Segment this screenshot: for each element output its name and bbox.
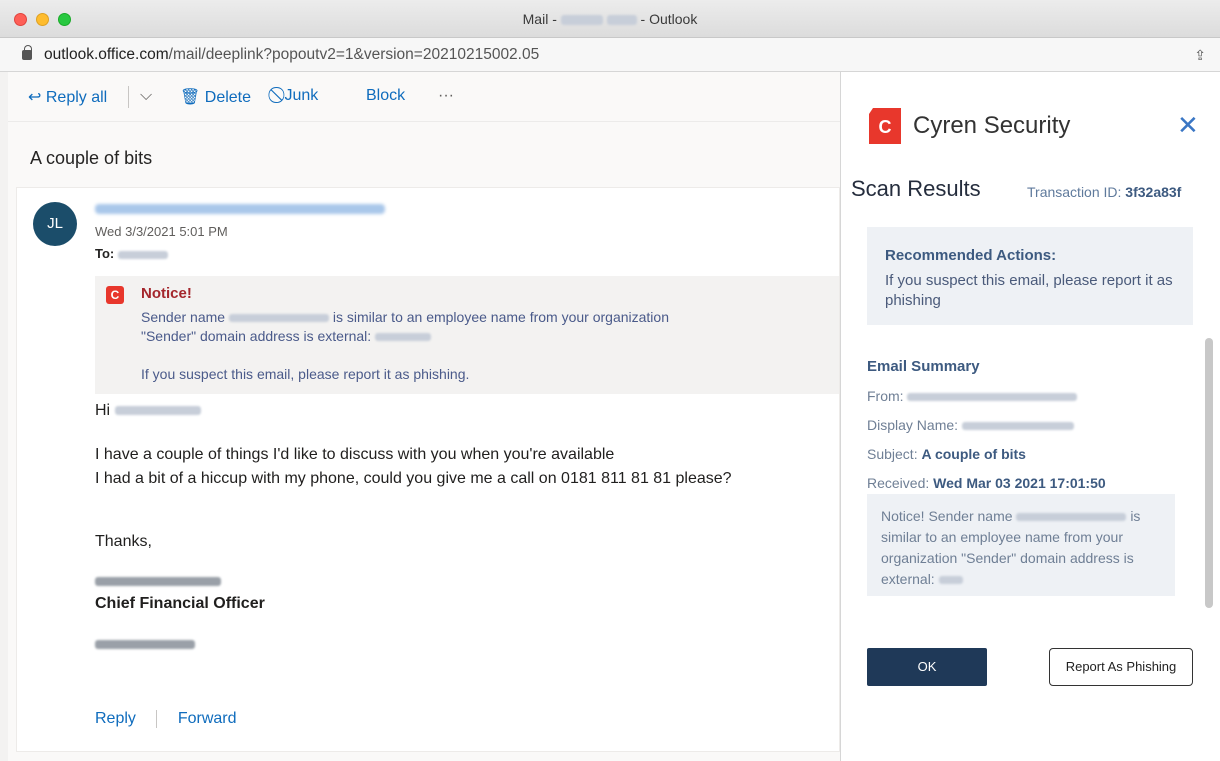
signoff: Thanks, (95, 533, 152, 550)
cyren-logo-icon: C (869, 108, 901, 144)
reply-links: Reply Forward (95, 710, 237, 728)
redacted-name (114, 406, 201, 416)
recommended-text: If you suspect this email, please report… (885, 272, 1173, 309)
redacted-company (95, 640, 195, 650)
message-date: Wed 3/3/2021 5:01 PM (95, 224, 228, 239)
url-bar[interactable]: outlook.office.com/mail/deeplink?popoutv… (0, 38, 1220, 72)
signature-title: Chief Financial Officer (95, 595, 265, 612)
scan-results-title: Scan Results (851, 176, 981, 201)
redacted-domain (375, 333, 432, 342)
notice-banner: C Notice! Sender name is similar to an e… (95, 276, 839, 394)
svg-text:C: C (879, 117, 892, 137)
forward-link[interactable]: Forward (178, 710, 237, 727)
reply-all-icon: ↩ (28, 89, 42, 106)
reply-all-button[interactable]: ↩ Reply all (28, 87, 107, 107)
message-toolbar: ↩ Reply all ⌵ 🗑︎ Delete ⃠ Junk Block ··· (8, 72, 840, 122)
notice-title: Notice! (141, 285, 192, 302)
mail-pane: ↩ Reply all ⌵ 🗑︎ Delete ⃠ Junk Block ···… (8, 72, 840, 761)
recipient-line: To: (95, 246, 168, 261)
body-line: I had a bit of a hiccup with my phone, c… (95, 470, 732, 487)
cyren-logo-icon: C (106, 286, 124, 304)
email-summary: Email Summary From: Display Name: Subjec… (867, 342, 1197, 632)
more-options-icon[interactable]: ··· (438, 87, 454, 105)
redacted-email (907, 393, 1078, 402)
redacted-name (228, 314, 329, 323)
redacted-name (1016, 513, 1127, 522)
app-window: Mail - - Outlook outlook.office.com/mail… (0, 0, 1220, 761)
summary-received: Received: Wed Mar 03 2021 17:01:50 (867, 475, 1106, 491)
reply-link[interactable]: Reply (95, 710, 136, 727)
lock-icon (22, 45, 32, 60)
scrollbar[interactable] (1205, 338, 1213, 608)
url-text[interactable]: outlook.office.com/mail/deeplink?popoutv… (44, 46, 539, 64)
close-icon[interactable]: ✕ (1177, 110, 1199, 141)
transaction-id: Transaction ID: 3f32a83f (1027, 184, 1182, 200)
summary-title: Email Summary (867, 358, 980, 375)
share-icon[interactable]: ⇪ (1194, 47, 1206, 64)
signature-company (95, 636, 195, 654)
divider (156, 710, 158, 728)
summary-subject: Subject: A couple of bits (867, 446, 1026, 462)
delete-button[interactable]: 🗑︎ Delete (180, 87, 251, 107)
redacted-recipient (117, 250, 168, 259)
trash-icon: 🗑︎ (180, 89, 201, 106)
redacted-name (961, 422, 1074, 431)
notice-line: If you suspect this email, please report… (141, 366, 470, 382)
redacted-name (606, 15, 637, 26)
greeting: Hi (95, 402, 201, 420)
message-subject: A couple of bits (30, 148, 153, 168)
summary-from: From: (867, 388, 1078, 404)
recommended-title: Recommended Actions: (885, 247, 1057, 264)
notice-line: Sender name is similar to an employee na… (141, 309, 669, 325)
divider (128, 86, 129, 108)
brand-name: Cyren Security (913, 112, 1071, 139)
title-bar: Mail - - Outlook (0, 0, 1220, 38)
chevron-down-icon[interactable]: ⌵ (140, 87, 152, 105)
redacted-name (95, 577, 221, 587)
redacted-name (560, 15, 603, 26)
report-phishing-button[interactable]: Report As Phishing (1049, 648, 1193, 686)
junk-button[interactable]: ⃠ Junk (280, 87, 318, 105)
cyren-panel: C Cyren Security ✕ Scan Results Transact… (840, 72, 1220, 761)
body-line: I have a couple of things I'd like to di… (95, 446, 615, 463)
block-button[interactable]: Block (366, 87, 405, 105)
message-card: JL Wed 3/3/2021 5:01 PM To: C Notice! Se… (16, 187, 840, 752)
redacted-domain (938, 576, 963, 585)
window-title: Mail - - Outlook (522, 11, 698, 27)
notice-line: "Sender" domain address is external: (141, 328, 432, 344)
redacted-sender[interactable] (95, 204, 385, 214)
summary-display-name: Display Name: (867, 417, 1074, 433)
signature-name (95, 573, 221, 591)
summary-notice: Notice! Sender name is similar to an emp… (867, 494, 1175, 596)
recommended-actions-box: Recommended Actions: If you suspect this… (867, 227, 1193, 325)
ok-button[interactable]: OK (867, 648, 987, 686)
avatar[interactable]: JL (33, 202, 77, 246)
